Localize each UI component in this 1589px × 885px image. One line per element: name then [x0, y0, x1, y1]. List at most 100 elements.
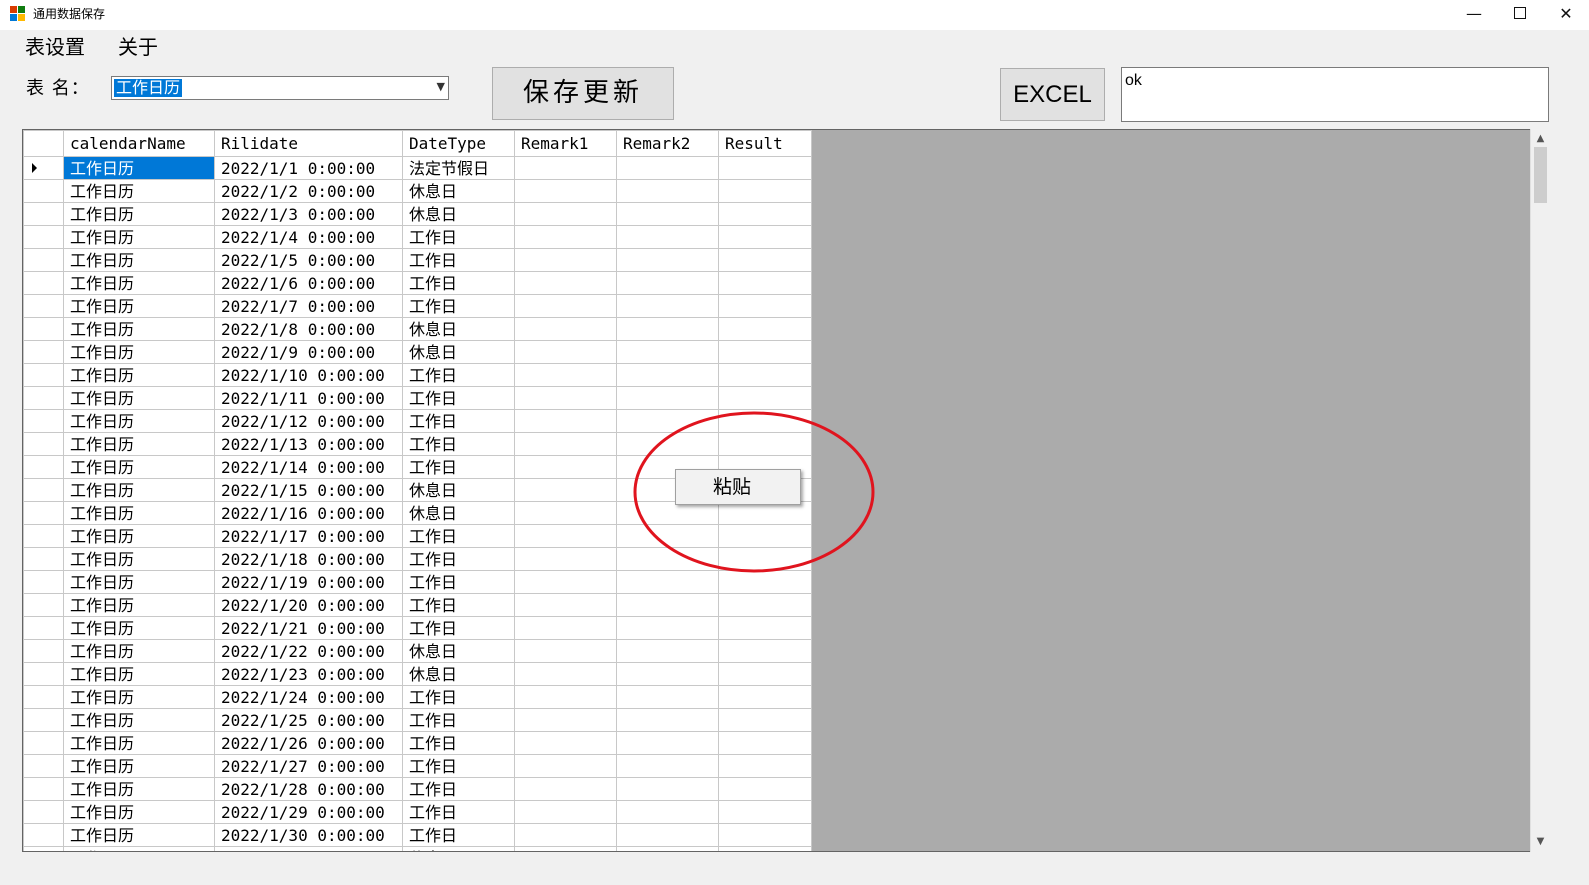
table-cell[interactable] — [616, 777, 719, 801]
table-cell[interactable] — [514, 731, 617, 755]
table-cell[interactable] — [616, 294, 719, 318]
table-row[interactable]: 工作日历 2022/1/30 0:00:00 工作日 — [23, 823, 812, 847]
table-cell[interactable]: 工作日历 — [63, 524, 215, 548]
table-cell[interactable]: 工作日 — [402, 570, 515, 594]
table-cell[interactable] — [616, 731, 719, 755]
table-row[interactable]: 工作日历2022/1/31 0:00:00休息日 — [23, 846, 812, 851]
row-header[interactable] — [23, 846, 64, 851]
row-header[interactable] — [23, 409, 64, 433]
table-cell[interactable] — [514, 432, 617, 456]
table-row[interactable]: 工作日历 2022/1/27 0:00:00 工作日 — [23, 754, 812, 778]
table-row[interactable]: 工作日历 2022/1/18 0:00:00 工作日 — [23, 547, 812, 571]
table-row[interactable]: 工作日历 2022/1/4 0:00:00 工作日 — [23, 225, 812, 249]
table-cell[interactable] — [514, 800, 617, 824]
table-cell[interactable]: 2022/1/8 0:00:00 — [214, 317, 403, 341]
table-cell[interactable]: 2022/1/11 0:00:00 — [214, 386, 403, 410]
table-cell[interactable]: 2022/1/16 0:00:00 — [214, 501, 403, 525]
table-cell[interactable]: 工作日 — [402, 248, 515, 272]
table-cell[interactable] — [514, 501, 617, 525]
table-cell[interactable]: 工作日 — [402, 800, 515, 824]
table-row[interactable]: 工作日历 2022/1/6 0:00:00 工作日 — [23, 271, 812, 295]
table-cell[interactable]: 工作日历 — [63, 685, 215, 709]
table-cell[interactable]: 工作日 — [402, 754, 515, 778]
table-cell[interactable] — [514, 317, 617, 341]
table-cell[interactable]: 2022/1/23 0:00:00 — [214, 662, 403, 686]
table-cell[interactable]: 工作日历 — [63, 294, 215, 318]
table-row[interactable]: 工作日历 2022/1/17 0:00:00 工作日 — [23, 524, 812, 548]
table-cell[interactable] — [718, 409, 812, 433]
table-cell[interactable] — [718, 685, 812, 709]
table-cell[interactable]: 工作日 — [402, 294, 515, 318]
table-cell[interactable] — [616, 800, 719, 824]
row-header[interactable] — [23, 294, 64, 318]
table-cell[interactable]: 休息日 — [402, 179, 515, 203]
table-cell[interactable] — [718, 731, 812, 755]
row-header[interactable] — [23, 455, 64, 479]
table-cell[interactable] — [514, 225, 617, 249]
minimize-button[interactable]: — — [1451, 0, 1497, 30]
table-cell[interactable]: 工作日 — [402, 432, 515, 456]
table-cell[interactable] — [616, 823, 719, 847]
row-header[interactable] — [23, 800, 64, 824]
table-cell[interactable]: 工作日历 — [63, 409, 215, 433]
table-cell[interactable] — [718, 708, 812, 732]
scroll-down-icon[interactable]: ▼ — [1531, 834, 1550, 850]
table-cell[interactable]: 2022/1/6 0:00:00 — [214, 271, 403, 295]
table-cell[interactable]: 2022/1/3 0:00:00 — [214, 202, 403, 226]
row-header[interactable] — [23, 340, 64, 364]
table-cell[interactable] — [514, 685, 617, 709]
column-header[interactable]: Result — [718, 130, 812, 157]
table-cell[interactable] — [514, 616, 617, 640]
table-cell[interactable] — [616, 846, 719, 851]
table-cell[interactable]: 2022/1/19 0:00:00 — [214, 570, 403, 594]
table-cell[interactable] — [718, 570, 812, 594]
column-header[interactable]: Rilidate — [214, 130, 403, 157]
table-cell[interactable] — [616, 248, 719, 272]
table-cell[interactable] — [718, 317, 812, 341]
row-header[interactable] — [23, 386, 64, 410]
table-cell[interactable]: 2022/1/22 0:00:00 — [214, 639, 403, 663]
table-row[interactable]: 工作日历 2022/1/9 0:00:00 休息日 — [23, 340, 812, 364]
table-name-combobox[interactable]: 工作日历 ▼ — [111, 76, 449, 100]
table-cell[interactable] — [514, 202, 617, 226]
table-cell[interactable] — [616, 432, 719, 456]
table-cell[interactable]: 2022/1/1 0:00:00 — [214, 156, 403, 180]
row-header[interactable] — [23, 524, 64, 548]
table-cell[interactable] — [616, 547, 719, 571]
column-header[interactable]: calendarName — [63, 130, 215, 157]
table-cell[interactable]: 2022/1/12 0:00:00 — [214, 409, 403, 433]
table-cell[interactable] — [616, 639, 719, 663]
table-cell[interactable] — [514, 754, 617, 778]
table-cell[interactable] — [616, 363, 719, 387]
table-cell[interactable]: 工作日历 — [63, 708, 215, 732]
table-row[interactable]: 工作日历 2022/1/25 0:00:00 工作日 — [23, 708, 812, 732]
table-row[interactable]: 工作日历 2022/1/12 0:00:00 工作日 — [23, 409, 812, 433]
table-cell[interactable] — [616, 340, 719, 364]
table-cell[interactable] — [514, 593, 617, 617]
table-cell[interactable]: 工作日历 — [63, 800, 215, 824]
table-cell[interactable]: 休息日 — [402, 639, 515, 663]
table-cell[interactable] — [616, 524, 719, 548]
vertical-scrollbar[interactable]: ▲ ▼ — [1530, 129, 1550, 852]
table-cell[interactable]: 2022/1/25 0:00:00 — [214, 708, 403, 732]
scroll-up-icon[interactable]: ▲ — [1531, 131, 1550, 147]
excel-button[interactable]: EXCEL — [1000, 68, 1105, 121]
table-cell[interactable]: 工作日历 — [63, 179, 215, 203]
maximize-button[interactable] — [1497, 0, 1543, 30]
column-header[interactable]: Remark1 — [514, 130, 617, 157]
row-header[interactable] — [23, 271, 64, 295]
table-cell[interactable]: 2022/1/30 0:00:00 — [214, 823, 403, 847]
table-cell[interactable] — [514, 777, 617, 801]
row-header[interactable] — [23, 202, 64, 226]
table-row[interactable]: 工作日历 2022/1/29 0:00:00 工作日 — [23, 800, 812, 824]
table-row[interactable]: 工作日历 2022/1/1 0:00:00 法定节假日 — [23, 156, 812, 180]
table-cell[interactable]: 工作日 — [402, 524, 515, 548]
table-cell[interactable]: 2022/1/17 0:00:00 — [214, 524, 403, 548]
table-cell[interactable] — [718, 777, 812, 801]
table-cell[interactable]: 2022/1/13 0:00:00 — [214, 432, 403, 456]
table-cell[interactable] — [514, 846, 617, 851]
row-header[interactable] — [23, 363, 64, 387]
table-cell[interactable] — [616, 708, 719, 732]
table-cell[interactable]: 工作日 — [402, 823, 515, 847]
table-cell[interactable] — [514, 156, 617, 180]
